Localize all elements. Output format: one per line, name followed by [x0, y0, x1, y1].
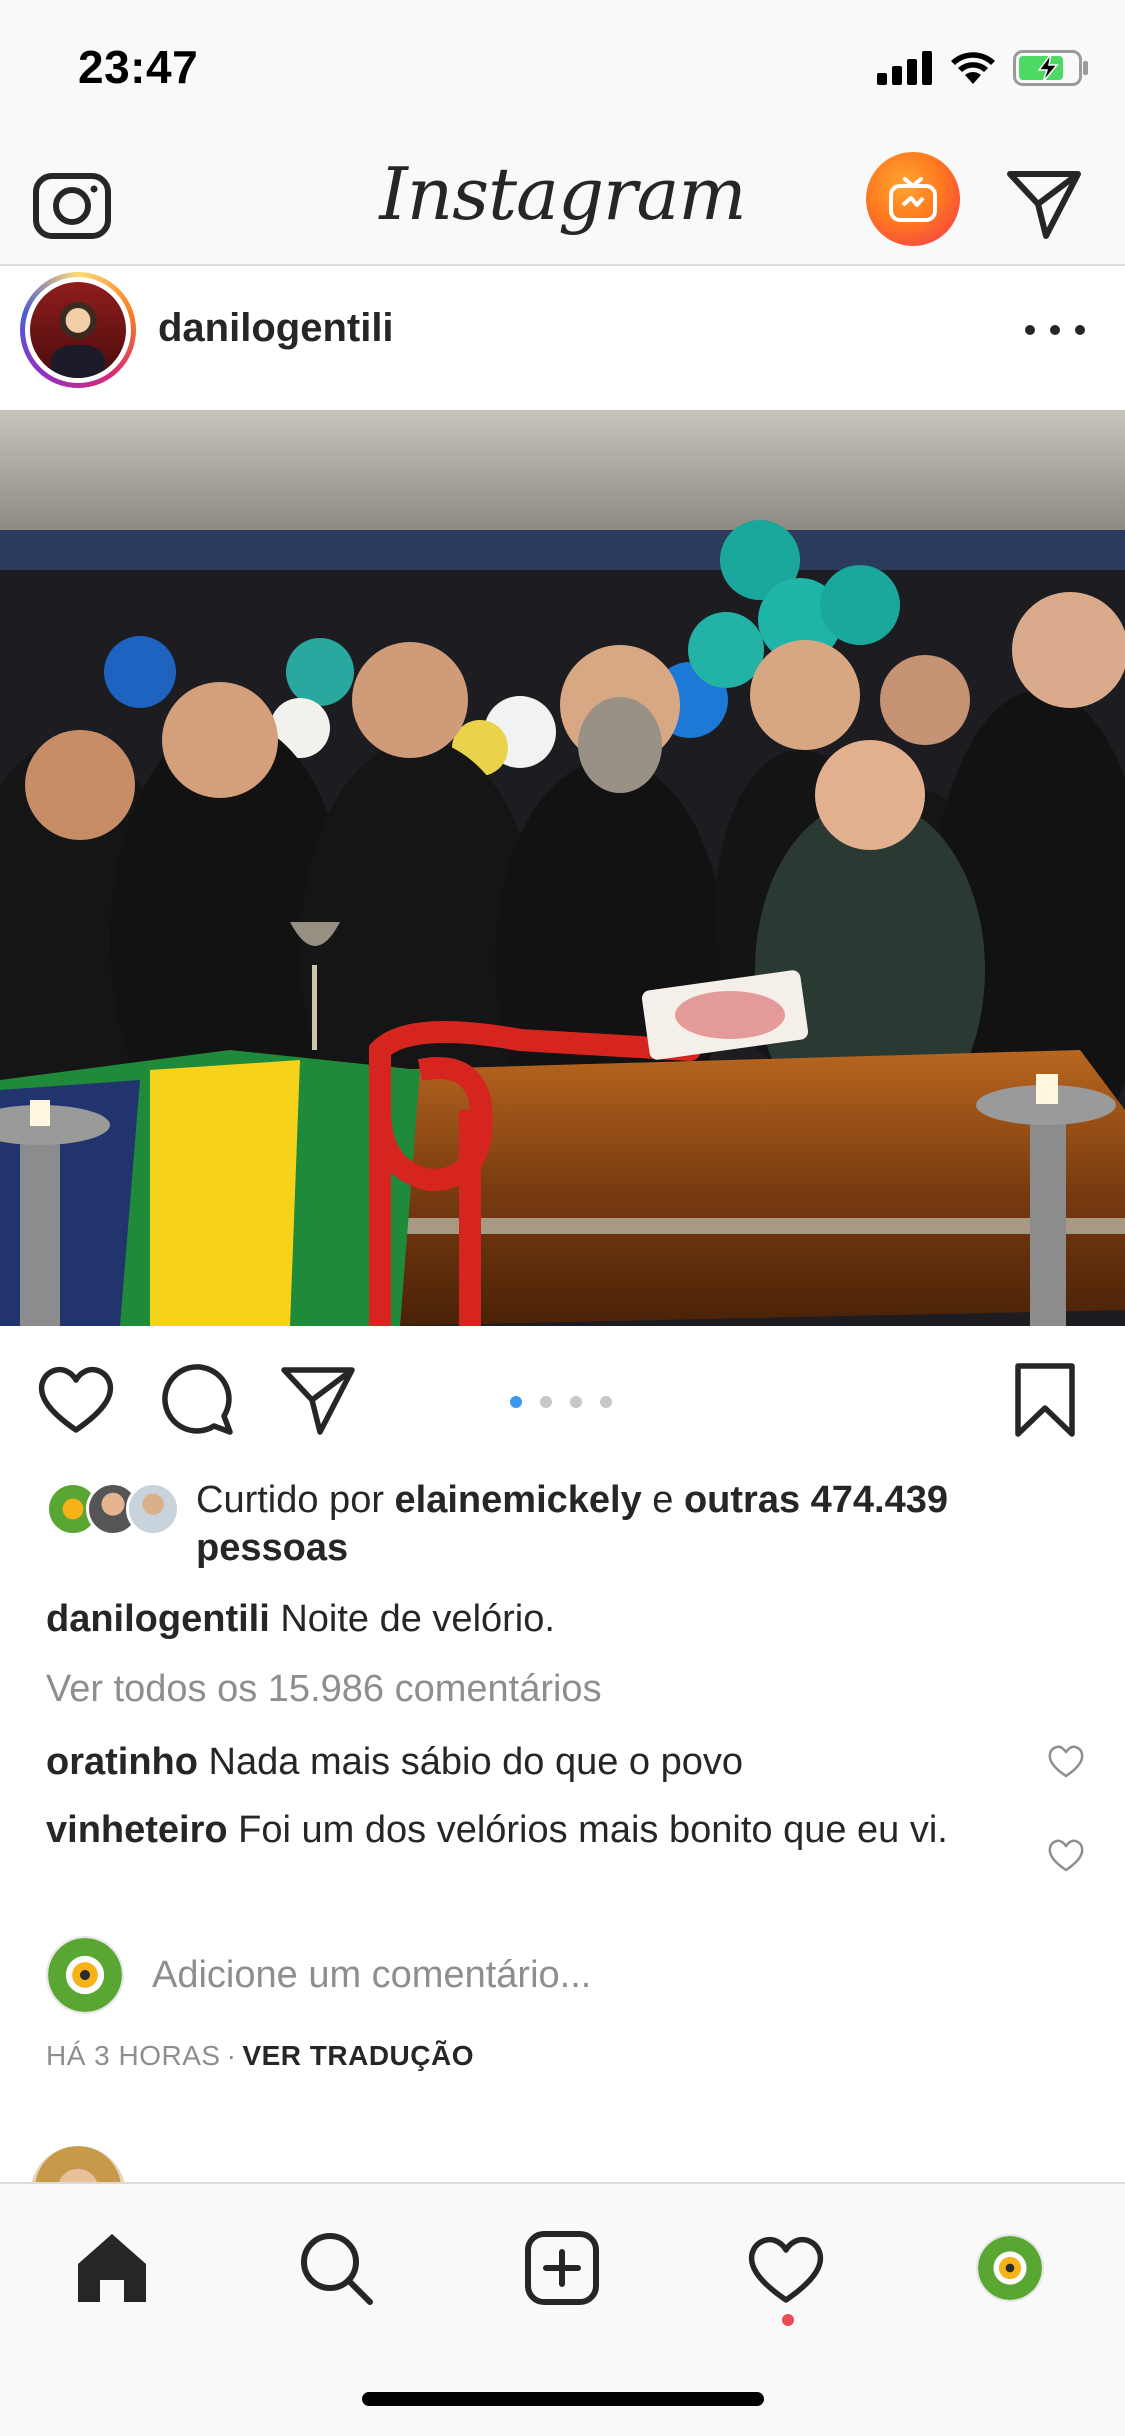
- liked-by-others-count[interactable]: outras 474.439: [684, 1479, 948, 1521]
- battery-charging-icon: [1013, 50, 1088, 86]
- liker-avatars: [46, 1482, 180, 1536]
- home-icon[interactable]: [72, 2228, 152, 2308]
- post-author-avatar[interactable]: [20, 272, 136, 388]
- igtv-button[interactable]: [866, 152, 960, 246]
- post-timestamp: HÁ 3 HORAS: [46, 2040, 221, 2071]
- post-photo[interactable]: [0, 410, 1125, 1326]
- new-post-icon[interactable]: [522, 2228, 602, 2308]
- carousel-indicator: [510, 1396, 612, 1408]
- post-author-username[interactable]: danilogentili: [158, 306, 394, 351]
- caption-username[interactable]: danilogentili: [46, 1598, 270, 1640]
- comment-like-heart-icon[interactable]: [1046, 1836, 1086, 1876]
- liker-avatar: [126, 1482, 180, 1536]
- like-heart-icon[interactable]: [36, 1360, 116, 1440]
- see-translation-link[interactable]: VER TRADUÇÃO: [242, 2040, 474, 2071]
- status-time: 23:47: [78, 41, 199, 93]
- view-all-comments-link[interactable]: Ver todos os 15.986 comentários: [46, 1668, 602, 1711]
- likes-text: Curtido por elainemickely e outras 474.4…: [196, 1479, 949, 1569]
- activity-heart-icon[interactable]: [746, 2228, 826, 2308]
- direct-message-icon[interactable]: [1004, 162, 1084, 242]
- status-bar: 23:47: [0, 0, 1125, 132]
- likes-summary[interactable]: Curtido por elainemickely e outras 474.4…: [46, 1472, 1086, 1576]
- activity-notification-dot: [782, 2314, 794, 2326]
- carousel-dot: [570, 1396, 582, 1408]
- carousel-dot: [540, 1396, 552, 1408]
- comment-text: Foi um dos velórios mais bonito que eu v…: [238, 1809, 948, 1851]
- search-icon[interactable]: [296, 2228, 376, 2308]
- comment-item: oratinho Nada mais sábio do que o povo: [46, 1738, 1046, 1786]
- top-navigation-bar: Instagram: [0, 132, 1125, 266]
- status-icons: [877, 44, 1089, 92]
- comment-bubble-icon[interactable]: [158, 1360, 238, 1440]
- comment-username[interactable]: oratinho: [46, 1741, 198, 1783]
- add-comment-row[interactable]: Adicione um comentário...: [46, 1936, 1086, 2014]
- share-direct-icon[interactable]: [278, 1360, 358, 1440]
- comment-text: Nada mais sábio do que o povo: [208, 1741, 744, 1783]
- igtv-icon: [889, 177, 937, 222]
- home-indicator: [362, 2392, 764, 2406]
- current-user-avatar: [46, 1936, 124, 2014]
- cellular-signal-icon: [877, 51, 932, 85]
- add-comment-input[interactable]: Adicione um comentário...: [152, 1954, 591, 1997]
- comment-item: vinheteiro Foi um dos velórios mais boni…: [46, 1806, 1006, 1854]
- wifi-icon: [951, 52, 995, 84]
- bookmark-icon[interactable]: [1010, 1360, 1080, 1440]
- profile-avatar[interactable]: [976, 2234, 1044, 2302]
- carousel-dot-active: [510, 1396, 522, 1408]
- comment-username[interactable]: vinheteiro: [46, 1809, 228, 1851]
- post-meta: HÁ 3 HORAS · VER TRADUÇÃO: [46, 2040, 474, 2071]
- post-caption: danilogentili Noite de velório.: [46, 1598, 1086, 1641]
- avatar-photo: [25, 277, 131, 383]
- first-liker-username[interactable]: elainemickely: [395, 1479, 642, 1521]
- post-header: danilogentili: [0, 268, 1125, 410]
- post-action-bar: [0, 1326, 1125, 1466]
- party-photo-illustration: [0, 410, 1125, 1326]
- caption-text: Noite de velório.: [280, 1598, 555, 1640]
- carousel-dot: [600, 1396, 612, 1408]
- more-options-icon[interactable]: [1025, 318, 1085, 342]
- comment-like-heart-icon[interactable]: [1046, 1742, 1086, 1782]
